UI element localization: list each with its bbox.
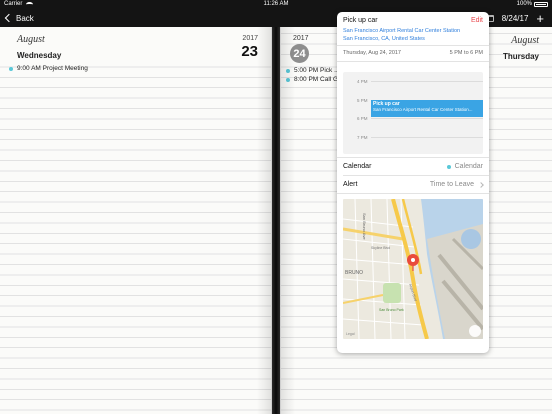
- day-timeline: 4 PM 5 PM 6 PM 7 PM Pick up car San Fran…: [343, 72, 483, 154]
- timeline-event-block[interactable]: Pick up car San Francisco Airport Rental…: [371, 100, 483, 117]
- right-year: 2017: [293, 35, 309, 42]
- location-map[interactable]: San Bruno Ave BRUNO San Bruno Park Skyli…: [343, 199, 483, 339]
- status-time: 11:26 AM: [263, 1, 289, 7]
- event-title: Pick up car: [343, 17, 378, 24]
- location-line-2: San Francisco, CA, United States: [343, 35, 425, 42]
- event-detail-popover: Pick up car Edit San Francisco Airport R…: [337, 12, 489, 353]
- nav-right-group: 8/24/17 +: [486, 11, 544, 25]
- event-time-range: 5 PM to 6 PM: [449, 50, 483, 56]
- timeline-hour-line: [371, 137, 483, 138]
- event-item[interactable]: 9:00 AM Project Meeting: [9, 64, 88, 73]
- calendar-row-label: Calendar: [343, 163, 372, 170]
- event-date: Thursday, Aug 24, 2017: [343, 50, 401, 56]
- alert-row-value: Time to Leave: [429, 181, 484, 188]
- calendar-name: Calendar: [454, 163, 483, 170]
- alert-row-label: Alert: [343, 181, 358, 188]
- alert-row[interactable]: Alert Time to Leave: [343, 176, 484, 193]
- divider: [337, 61, 489, 62]
- compass-icon: [469, 325, 481, 337]
- back-button[interactable]: Back: [4, 11, 34, 25]
- right-day-number: 24: [290, 44, 309, 63]
- left-month: August: [17, 34, 45, 45]
- chevron-right-icon: [478, 181, 484, 188]
- map-canvas: San Bruno Ave BRUNO San Bruno Park Skyli…: [343, 199, 483, 339]
- calendar-dot-icon: [9, 66, 13, 71]
- map-label: San Bruno Park: [379, 308, 404, 312]
- left-page: August 2017 Wednesday 23 9:00 AM Project…: [0, 27, 272, 414]
- alert-value: Time to Leave: [429, 181, 474, 188]
- timeline-hour-label: 5 PM: [357, 98, 368, 103]
- map-label: BRUNO: [345, 270, 363, 276]
- battery-icon: [534, 2, 548, 7]
- event-time: 9:00 AM: [17, 65, 41, 72]
- status-bar: Carrier 11:26 AM 100%: [0, 0, 552, 9]
- location-line-1: San Francisco Airport Rental Car Center …: [343, 28, 461, 34]
- map-legal-label: Legal: [346, 332, 355, 336]
- timeline-hour-label: 4 PM: [357, 79, 368, 84]
- left-page-header: August 2017 Wednesday 23: [0, 32, 271, 62]
- event-location-link[interactable]: San Francisco Airport Rental Car Center …: [343, 28, 460, 43]
- calendar-row-value: Calendar: [446, 163, 483, 170]
- road: [343, 227, 404, 241]
- edit-button[interactable]: Edit: [471, 17, 483, 24]
- left-year: 2017: [242, 35, 258, 42]
- right-month: August: [511, 35, 539, 46]
- event-text: 5:00 PM Pick ...: [294, 67, 340, 74]
- divider: [337, 45, 489, 46]
- left-event-list: 9:00 AM Project Meeting: [9, 64, 88, 73]
- back-label: Back: [16, 13, 34, 23]
- right-weekday: Thursday: [502, 52, 539, 61]
- map-pin-icon: [407, 254, 419, 271]
- map-label: Skyline Blvd: [371, 246, 390, 250]
- timeline-event-location: San Francisco Airport Rental Car Center …: [373, 107, 473, 112]
- battery-percent: 100%: [516, 1, 532, 7]
- park: [383, 283, 401, 303]
- timeline-hour-label: 6 PM: [357, 116, 368, 121]
- calendar-dot-icon: [286, 77, 290, 82]
- chevron-left-icon: [4, 13, 14, 23]
- timeline-hour-label: 7 PM: [357, 135, 368, 140]
- map-label: San Bruno Ave: [362, 213, 367, 240]
- timeline-hour-line: [371, 118, 483, 119]
- left-day-number: 23: [241, 43, 258, 60]
- book-spine: [272, 27, 280, 414]
- divider: [337, 193, 489, 194]
- app-root: Carrier 11:26 AM 100% Back 8/24/17 + Aug…: [0, 0, 552, 414]
- calendar-color-dot-icon: [446, 164, 451, 169]
- event-title: Project Meeting: [42, 65, 88, 72]
- nav-date[interactable]: 8/24/17: [502, 14, 529, 23]
- calendar-dot-icon: [286, 68, 290, 73]
- calendar-row[interactable]: Calendar Calendar: [343, 158, 483, 175]
- timeline-hour-line: [371, 81, 483, 82]
- left-weekday: Wednesday: [17, 51, 62, 60]
- highway: [391, 199, 429, 339]
- water-body: [461, 229, 481, 249]
- add-event-button[interactable]: +: [536, 12, 544, 25]
